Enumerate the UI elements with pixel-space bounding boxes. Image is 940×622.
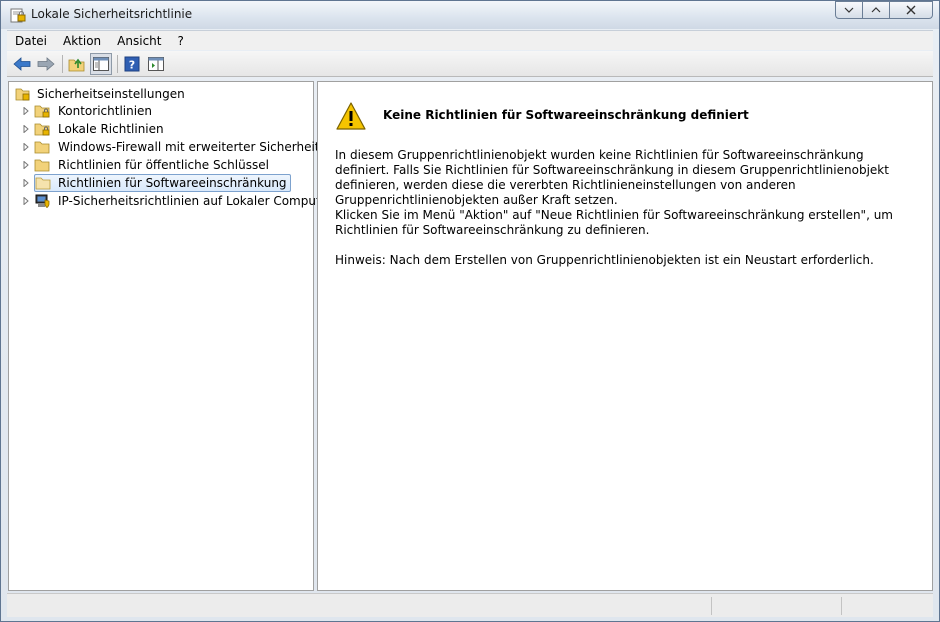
menu-datei[interactable]: Datei: [7, 31, 55, 51]
back-arrow-icon: [13, 56, 31, 71]
folder-icon: [34, 159, 50, 172]
tree-item-label: Richtlinien für öffentliche Schlüssel: [58, 158, 269, 172]
menu-aktion[interactable]: Aktion: [55, 31, 109, 51]
tree-item-software-restriction-policies[interactable]: Richtlinien für Softwareeinschränkung: [22, 174, 291, 192]
tree-item-label: Kontorichtlinien: [58, 104, 153, 118]
up-level-button[interactable]: [66, 53, 88, 75]
status-bar: [7, 593, 933, 617]
maximize-icon: [871, 7, 881, 13]
app-window: Lokale Sicherheitsrichtlinie Datei Aktio…: [0, 0, 940, 622]
close-button[interactable]: [889, 1, 933, 19]
show-hide-tree-icon: [93, 56, 109, 71]
tree-item-kontorichtlinien[interactable]: Kontorichtlinien: [22, 102, 156, 120]
tree-pane: Sicherheitseinstellungen Kontorichtlinie…: [8, 81, 333, 591]
content-paragraph-2: Klicken Sie im Menü "Aktion" auf "Neue R…: [335, 208, 893, 237]
expand-arrow-icon[interactable]: [22, 125, 30, 133]
menu-help[interactable]: ?: [169, 31, 191, 51]
content-heading: Keine Richtlinien für Softwareeinschränk…: [383, 108, 749, 122]
security-settings-icon: [15, 88, 30, 101]
tree-item-windows-firewall[interactable]: Windows-Firewall mit erweiterter Sicherh…: [22, 138, 324, 156]
folder-icon: [34, 141, 50, 154]
svg-text:?: ?: [129, 58, 135, 71]
expand-arrow-icon[interactable]: [22, 161, 30, 169]
tree-item-ip-security-policies[interactable]: IP-Sicherheitsrichtlinien auf Lokaler Co…: [22, 192, 337, 210]
toolbar-separator: [117, 54, 118, 73]
tree-item-public-key-policies[interactable]: Richtlinien für öffentliche Schlüssel: [22, 156, 273, 174]
maximize-button[interactable]: [862, 1, 890, 19]
forward-button[interactable]: [35, 53, 57, 75]
close-icon: [906, 5, 916, 15]
status-cell: [841, 597, 933, 615]
expand-arrow-icon[interactable]: [22, 179, 30, 187]
show-action-pane-button[interactable]: [145, 53, 167, 75]
expand-arrow-icon[interactable]: [22, 143, 30, 151]
menu-ansicht[interactable]: Ansicht: [109, 31, 169, 51]
toolbar-separator: [62, 54, 63, 73]
minimize-button[interactable]: [835, 1, 863, 19]
content-pane: Keine Richtlinien für Softwareeinschränk…: [317, 81, 933, 591]
up-folder-icon: [68, 58, 85, 71]
back-button[interactable]: [11, 53, 33, 75]
help-icon: ?: [124, 56, 140, 71]
tree-item-label: IP-Sicherheitsrichtlinien auf Lokaler Co…: [58, 194, 333, 208]
selection-highlight: Richtlinien für Softwareeinschränkung: [34, 174, 291, 192]
tree-root[interactable]: Sicherheitseinstellungen: [14, 85, 187, 103]
locked-folder-icon: [34, 105, 50, 118]
warning-icon: [336, 102, 366, 130]
window-title: Lokale Sicherheitsrichtlinie: [31, 7, 193, 21]
tree-item-lokale-richtlinien[interactable]: Lokale Richtlinien: [22, 120, 168, 138]
locked-folder-icon: [34, 123, 50, 136]
minimize-icon: [844, 7, 854, 13]
expand-arrow-icon[interactable]: [22, 197, 30, 205]
show-action-pane-icon: [148, 56, 164, 71]
content-paragraph-1: In diesem Gruppenrichtlinienobjekt wurde…: [335, 148, 889, 207]
security-policy-icon: [10, 8, 26, 23]
window-controls: [835, 1, 933, 19]
expand-arrow-icon[interactable]: [22, 107, 30, 115]
help-button[interactable]: ?: [121, 53, 143, 75]
tree-root-label: Sicherheitseinstellungen: [37, 87, 185, 101]
toolbar: ?: [7, 51, 933, 77]
show-hide-tree-button[interactable]: [90, 52, 112, 75]
status-cell: [711, 597, 841, 615]
tree-item-label: Lokale Richtlinien: [58, 122, 164, 136]
content-paragraph-3: Hinweis: Nach dem Erstellen von Gruppenr…: [335, 253, 874, 267]
tree-item-label: Windows-Firewall mit erweiterter Sicherh…: [58, 140, 320, 154]
forward-arrow-icon: [37, 56, 55, 71]
tree-item-label: Richtlinien für Softwareeinschränkung: [58, 176, 287, 190]
folder-icon: [35, 177, 51, 190]
network-shield-icon: [35, 194, 50, 209]
menu-bar: Datei Aktion Ansicht ?: [7, 30, 933, 50]
title-bar[interactable]: Lokale Sicherheitsrichtlinie: [1, 1, 939, 29]
